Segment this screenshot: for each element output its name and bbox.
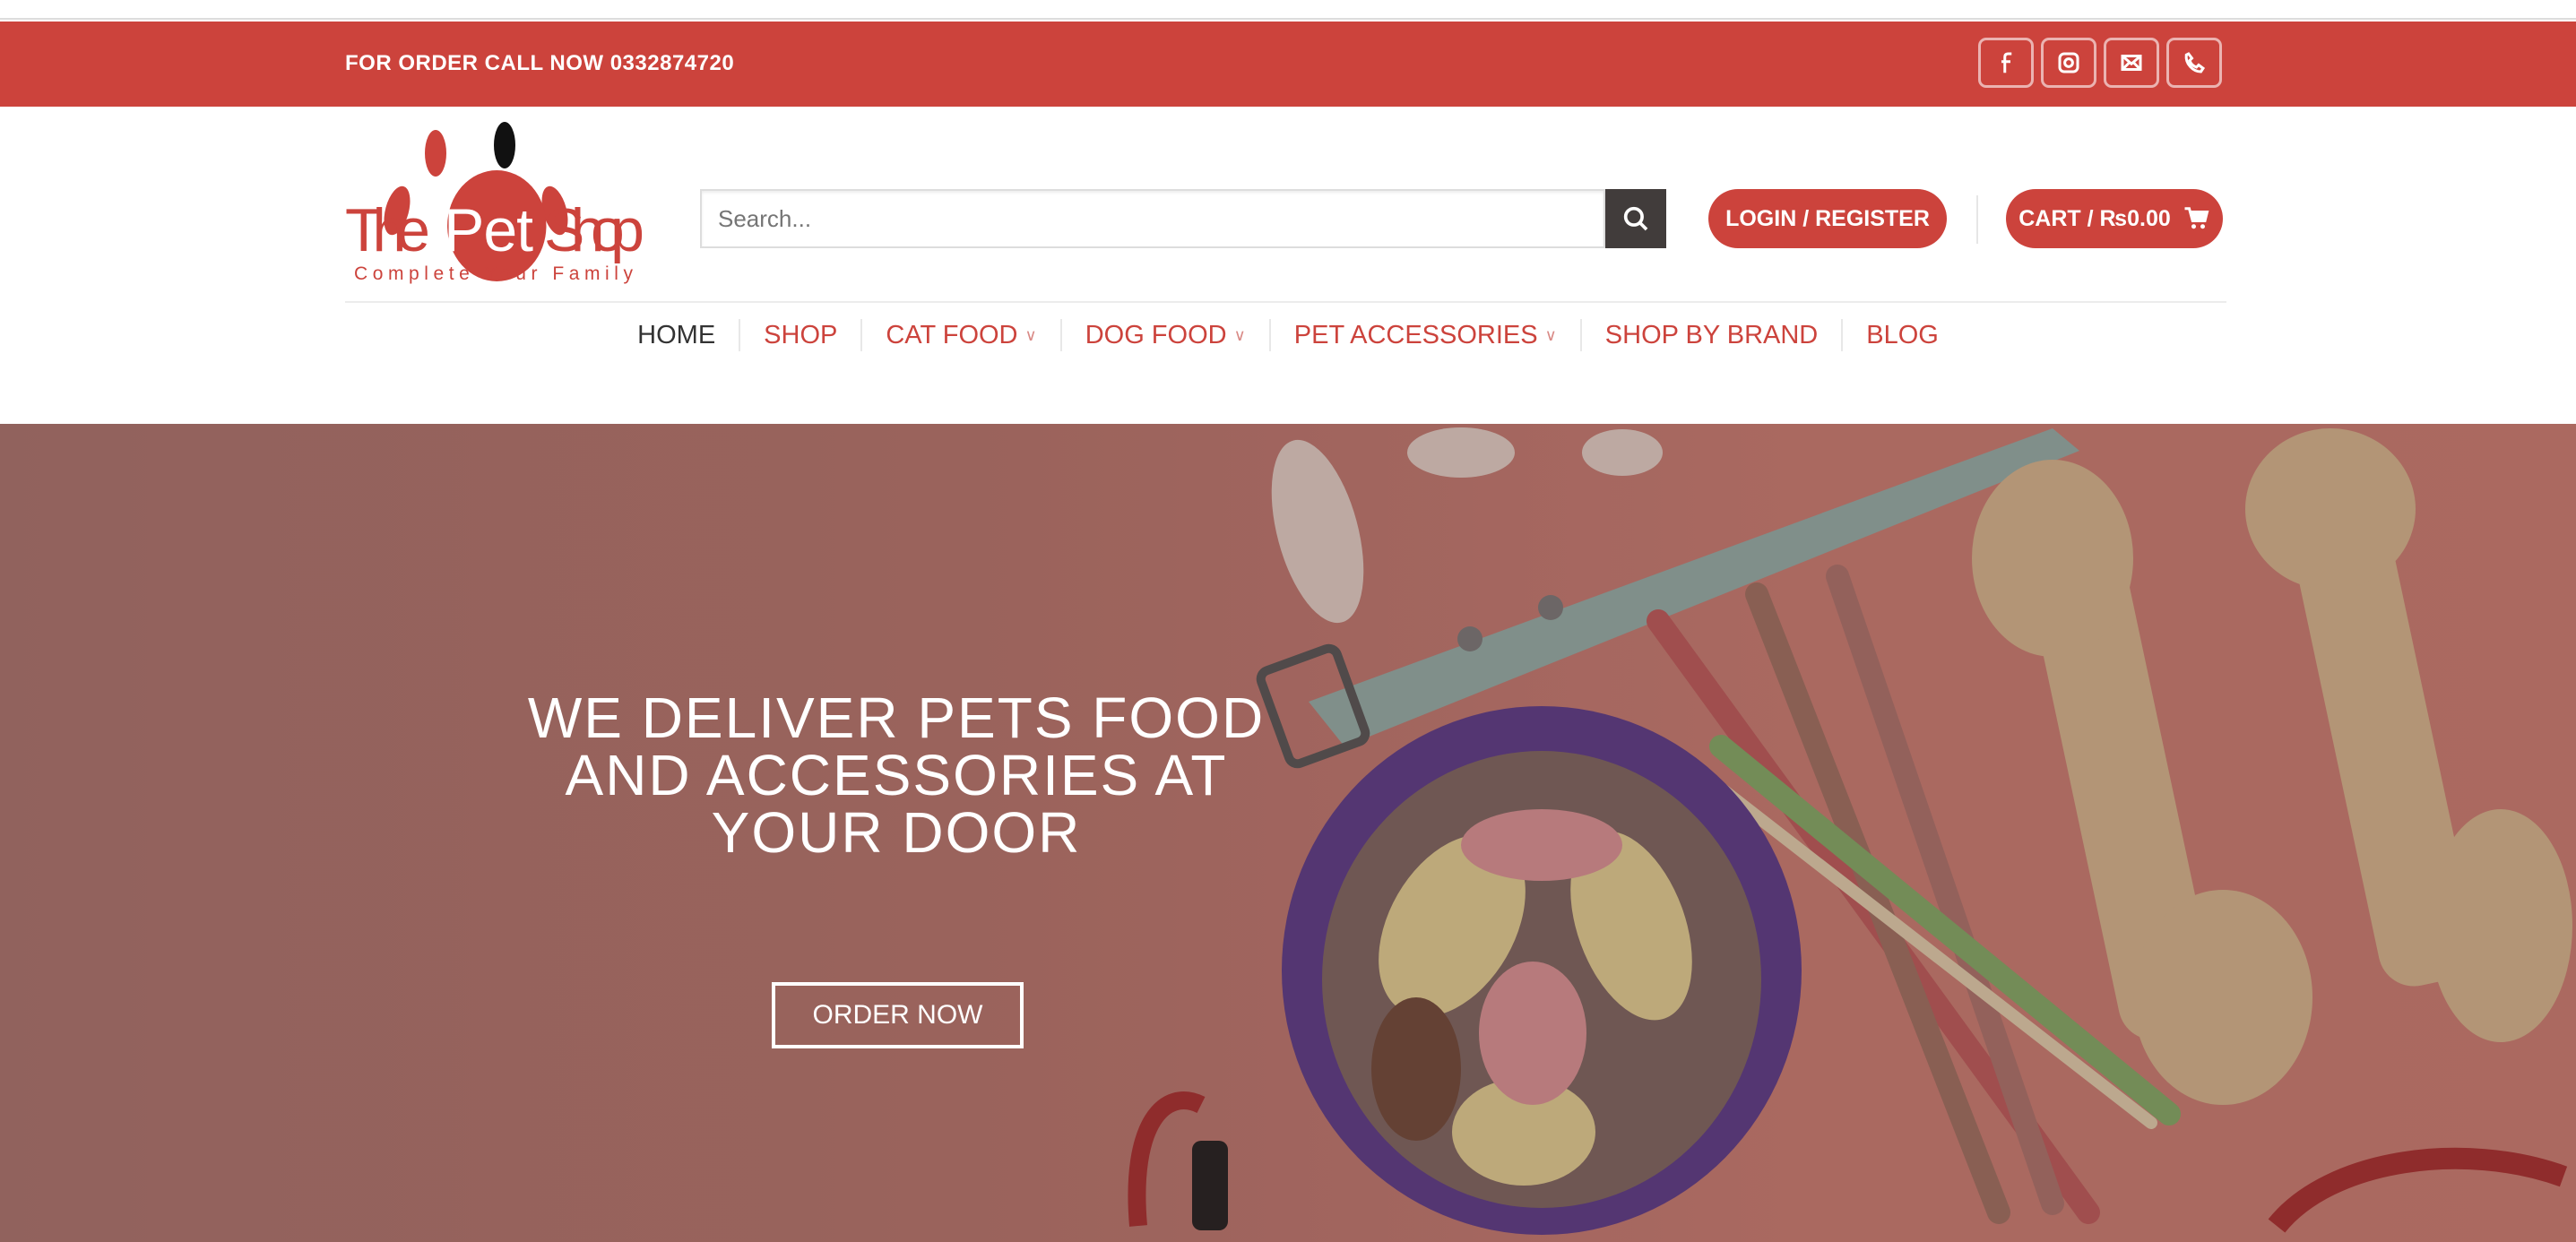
- nav-shop-by-brand-label: SHOP BY BRAND: [1604, 320, 1819, 349]
- order-phone-text: FOR ORDER CALL NOW 0332874720: [345, 51, 735, 75]
- order-now-button[interactable]: ORDER NOW: [772, 982, 1024, 1048]
- search-input[interactable]: [700, 189, 1605, 248]
- social-icons: [1978, 38, 2222, 88]
- cart-button[interactable]: CART / ₨0.00: [2006, 189, 2223, 248]
- svg-text:Pet: Pet: [444, 196, 533, 264]
- phone-icon[interactable]: [2166, 38, 2222, 88]
- instagram-icon[interactable]: [2041, 38, 2096, 88]
- top-bar: FOR ORDER CALL NOW 0332874720: [0, 22, 2576, 107]
- search-icon: [1623, 206, 1648, 231]
- nav-cat-food-label: CAT FOOD: [886, 320, 1018, 349]
- nav-home-label: HOME: [637, 320, 716, 349]
- chevron-down-icon: ∨: [1544, 325, 1557, 344]
- cart-label: CART / ₨0.00: [2018, 205, 2171, 231]
- svg-text:Complete Your Family: Complete Your Family: [354, 263, 636, 284]
- nav-blog-label: BLOG: [1866, 320, 1939, 349]
- facebook-icon[interactable]: [1978, 38, 2034, 88]
- svg-text:The: The: [345, 196, 430, 264]
- hero-headline-line-3: YOUR DOOR: [711, 800, 1082, 865]
- cart-icon: [2184, 207, 2209, 229]
- nav-home[interactable]: HOME: [614, 319, 739, 351]
- svg-text:Shop: Shop: [544, 196, 644, 264]
- search-bar: [700, 189, 1666, 248]
- nav-dog-food[interactable]: DOG FOOD ∨: [1059, 319, 1269, 351]
- browser-strip: [0, 0, 2576, 20]
- nav-blog[interactable]: BLOG: [1841, 319, 1962, 351]
- main-nav: HOME SHOP CAT FOOD ∨ DOG FOOD ∨ PET ACCESS…: [0, 315, 2576, 355]
- nav-pet-accessories[interactable]: PET ACCESSORIES ∨: [1268, 319, 1580, 351]
- email-icon[interactable]: [2104, 38, 2159, 88]
- header-separator: [345, 301, 2226, 303]
- search-button[interactable]: [1605, 189, 1666, 248]
- login-register-label: LOGIN / REGISTER: [1725, 205, 1930, 231]
- nav-pet-accessories-label: PET ACCESSORIES: [1293, 320, 1538, 349]
- nav-shop-by-brand[interactable]: SHOP BY BRAND: [1579, 319, 1841, 351]
- site-logo[interactable]: The Pet Shop Complete Your Family: [345, 118, 645, 289]
- hero-headline: WE DELIVER PETS FOOD AND ACCESSORIES AT …: [502, 689, 1291, 861]
- login-register-button[interactable]: LOGIN / REGISTER: [1708, 189, 1947, 248]
- nav-shop-label: SHOP: [764, 320, 838, 349]
- nav-shop[interactable]: SHOP: [739, 319, 860, 351]
- header-divider: [1976, 195, 1978, 244]
- hero-headline-line-1: WE DELIVER PETS FOOD: [527, 686, 1266, 750]
- chevron-down-icon: ∨: [1024, 325, 1037, 344]
- hero-headline-line-2: AND ACCESSORIES AT: [565, 743, 1228, 807]
- hero-banner: WE DELIVER PETS FOOD AND ACCESSORIES AT …: [0, 424, 2576, 1242]
- nav-cat-food[interactable]: CAT FOOD ∨: [860, 319, 1059, 351]
- chevron-down-icon: ∨: [1233, 325, 1246, 344]
- nav-dog-food-label: DOG FOOD: [1085, 320, 1227, 349]
